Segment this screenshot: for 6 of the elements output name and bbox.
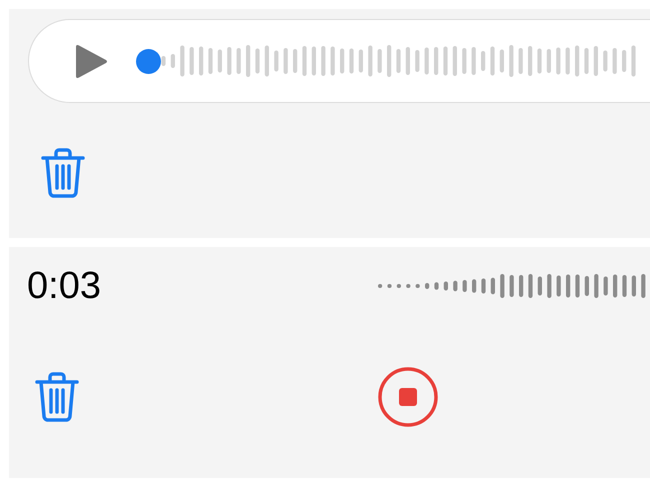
stop-button[interactable] (377, 366, 439, 428)
elapsed-time: 0:03 (27, 264, 102, 308)
trash-icon[interactable] (35, 372, 79, 422)
playhead[interactable] (136, 48, 161, 74)
trash-icon[interactable] (41, 148, 85, 198)
play-icon[interactable] (74, 44, 108, 78)
